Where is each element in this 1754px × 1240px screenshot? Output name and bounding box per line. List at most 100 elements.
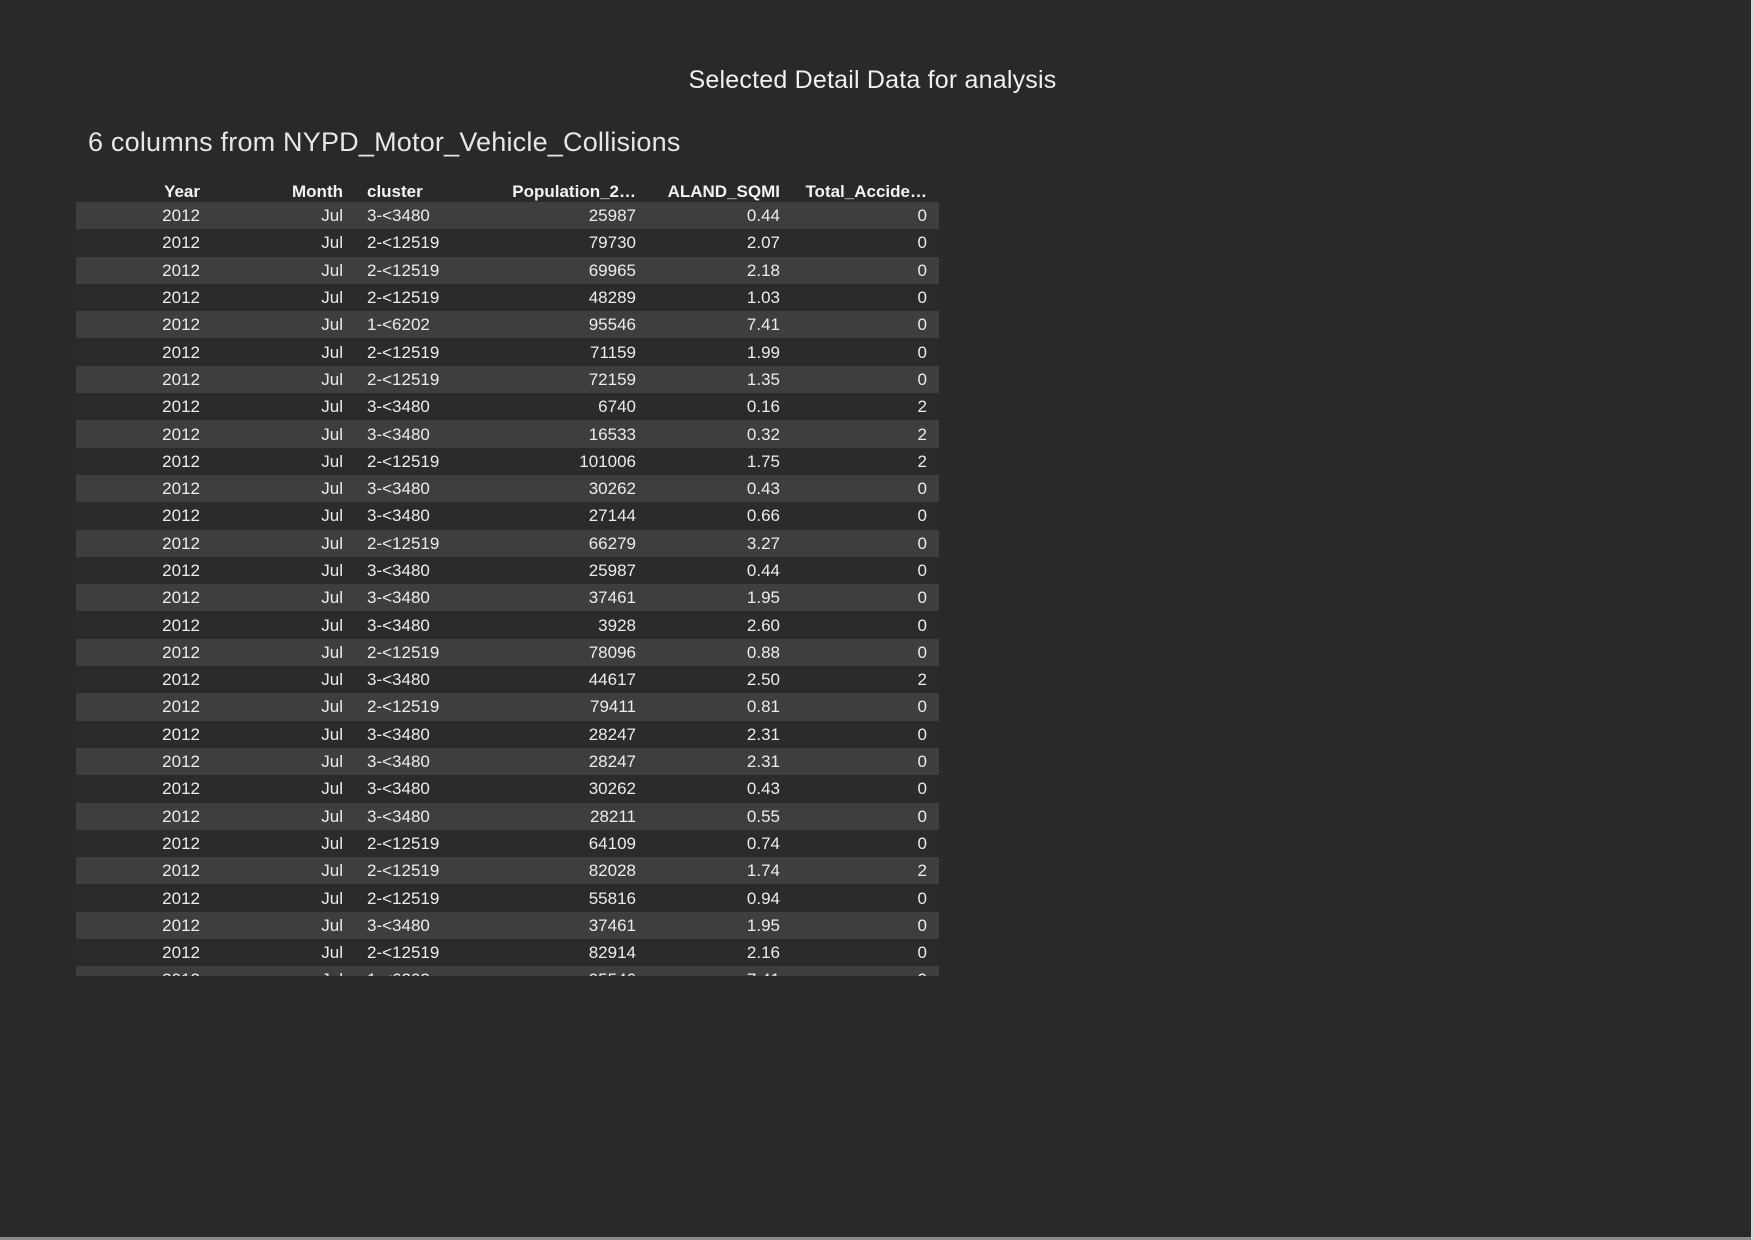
- cell-population: 44617: [453, 666, 648, 694]
- table-row[interactable]: 2012 Jul 2-<12519 69965 2.18 0: [76, 256, 939, 284]
- cell-population: 79411: [453, 693, 648, 721]
- cell-population: 30262: [453, 474, 648, 503]
- cell-total-accidents: 0: [792, 283, 939, 312]
- cell-total-accidents: 0: [792, 829, 939, 858]
- table-row[interactable]: 2012 Jul 3-<3480 3928 2.60 0: [76, 611, 939, 639]
- cell-cluster: 2-<12519: [355, 529, 453, 557]
- cell-year: 2012: [76, 720, 212, 748]
- cell-total-accidents: 0: [792, 474, 939, 503]
- table-row[interactable]: 2012 Jul 2-<12519 79411 0.81 0: [76, 693, 939, 721]
- cell-month: Jul: [212, 447, 355, 475]
- cell-total-accidents: 0: [792, 802, 939, 830]
- table-row[interactable]: 2012 Jul 3-<3480 37461 1.95 0: [76, 584, 939, 612]
- data-table-scroll-area[interactable]: Year Month cluster Population_2… ALAND_S…: [76, 178, 939, 976]
- cell-population: 82914: [453, 939, 648, 967]
- cell-total-accidents: 0: [792, 939, 939, 967]
- table-row[interactable]: 2012 Jul 3-<3480 44617 2.50 2: [76, 666, 939, 694]
- cell-aland-sqmi: 1.95: [648, 584, 792, 612]
- cell-cluster: 2-<12519: [355, 283, 453, 312]
- cell-population: 101006: [453, 447, 648, 475]
- column-header-total-accidents[interactable]: Total_Accide…: [792, 178, 939, 202]
- table-row[interactable]: 2012 Jul 3-<3480 28247 2.31 0: [76, 747, 939, 776]
- cell-total-accidents: 0: [792, 693, 939, 721]
- table-row[interactable]: 2012 Jul 3-<3480 25987 0.44 0: [76, 202, 939, 230]
- table-row[interactable]: 2012 Jul 3-<3480 37461 1.95 0: [76, 911, 939, 940]
- table-row[interactable]: 2012 Jul 3-<3480 30262 0.43 0: [76, 775, 939, 803]
- cell-cluster: 2-<12519: [355, 939, 453, 967]
- cell-cluster: 2-<12519: [355, 229, 453, 257]
- cell-year: 2012: [76, 638, 212, 667]
- table-row[interactable]: 2012 Jul 3-<3480 6740 0.16 2: [76, 393, 939, 421]
- cell-cluster: 1-<6202: [355, 966, 453, 976]
- cell-year: 2012: [76, 474, 212, 503]
- table-row[interactable]: 2012 Jul 3-<3480 25987 0.44 0: [76, 556, 939, 585]
- table-row[interactable]: 2012Jul1-<6202955467.410: [76, 966, 939, 976]
- cell-cluster: 3-<3480: [355, 666, 453, 694]
- cell-year: 2012: [76, 229, 212, 257]
- cell-year: 2012: [76, 202, 212, 230]
- cell-total-accidents: 2: [792, 420, 939, 448]
- cell-population: 6740: [453, 393, 648, 421]
- column-header-aland-sqmi[interactable]: ALAND_SQMI: [648, 178, 792, 202]
- column-header-year[interactable]: Year: [76, 178, 212, 202]
- table-body: 2012 Jul 3-<3480 25987 0.44 0 2012 Jul 2-<12519 7…: [76, 202, 939, 976]
- table-row[interactable]: 2012 Jul 2-<12519 66279 3.27 0: [76, 529, 939, 557]
- table-row[interactable]: 2012 Jul 3-<3480 16533 0.32 2: [76, 420, 939, 448]
- table-row[interactable]: 2012 Jul 2-<12519 64109 0.74 0: [76, 829, 939, 858]
- table-row[interactable]: 2012 Jul 2-<12519 82914 2.16 0: [76, 939, 939, 967]
- cell-month: Jul: [212, 884, 355, 912]
- table-row[interactable]: 2012 Jul 2-<12519 79730 2.07 0: [76, 229, 939, 257]
- table-row[interactable]: 2012Jul1-<6202955467.410: [76, 311, 939, 339]
- cell-aland-sqmi: 0.74: [648, 829, 792, 858]
- cell-total-accidents: 2: [792, 857, 939, 885]
- cell-aland-sqmi: 2.50: [648, 666, 792, 694]
- table-row[interactable]: 2012 Jul 2-<12519 71159 1.99 0: [76, 338, 939, 366]
- cell-aland-sqmi: 2.07: [648, 229, 792, 257]
- cell-total-accidents: 0: [792, 365, 939, 394]
- cell-aland-sqmi: 0.94: [648, 884, 792, 912]
- table-row[interactable]: 2012 Jul 2-<12519 55816 0.94 0: [76, 884, 939, 912]
- cell-aland-sqmi: 2.31: [648, 747, 792, 776]
- cell-year: 2012: [76, 802, 212, 830]
- cell-total-accidents: 0: [792, 747, 939, 776]
- cell-total-accidents: 0: [792, 556, 939, 585]
- table-row[interactable]: 2012 Jul 3-<3480 27144 0.66 0: [76, 502, 939, 530]
- table-row[interactable]: 2012 Jul 3-<3480 28247 2.31 0: [76, 720, 939, 748]
- cell-population: 71159: [453, 338, 648, 366]
- cell-cluster: 3-<3480: [355, 420, 453, 448]
- cell-year: 2012: [76, 966, 212, 976]
- table-row[interactable]: 2012 Jul 2-<12519 48289 1.03 0: [76, 283, 939, 312]
- cell-month: Jul: [212, 829, 355, 858]
- table-row[interactable]: 2012 Jul 2-<12519 72159 1.35 0: [76, 365, 939, 394]
- cell-aland-sqmi: 1.03: [648, 283, 792, 312]
- cell-total-accidents: 0: [792, 638, 939, 667]
- table-row[interactable]: 2012 Jul 3-<3480 28211 0.55 0: [76, 802, 939, 830]
- cell-cluster: 2-<12519: [355, 447, 453, 475]
- cell-month: Jul: [212, 911, 355, 940]
- cell-month: Jul: [212, 693, 355, 721]
- cell-year: 2012: [76, 666, 212, 694]
- table-row[interactable]: 2012 Jul 2-<12519 101006 1.75 2: [76, 447, 939, 475]
- cell-cluster: 3-<3480: [355, 802, 453, 830]
- column-header-cluster[interactable]: cluster: [355, 178, 453, 202]
- column-header-population[interactable]: Population_2…: [453, 178, 648, 202]
- cell-month: Jul: [212, 502, 355, 530]
- table-title: 6 columns from NYPD_Motor_Vehicle_Collis…: [88, 127, 681, 157]
- table-row[interactable]: 2012 Jul 2-<12519 82028 1.74 2: [76, 857, 939, 885]
- column-header-month[interactable]: Month: [212, 178, 355, 202]
- table-row[interactable]: 2012 Jul 3-<3480 30262 0.43 0: [76, 474, 939, 503]
- cell-aland-sqmi: 2.16: [648, 939, 792, 967]
- cell-cluster: 2-<12519: [355, 693, 453, 721]
- dashboard-page: Selected Detail Data for analysis 6 colu…: [0, 0, 1754, 1240]
- cell-cluster: 2-<12519: [355, 256, 453, 284]
- page-title: Selected Detail Data for analysis: [688, 66, 1057, 94]
- cell-population: 16533: [453, 420, 648, 448]
- cell-cluster: 3-<3480: [355, 775, 453, 803]
- cell-population: 69965: [453, 256, 648, 284]
- cell-total-accidents: 2: [792, 447, 939, 475]
- table-row[interactable]: 2012 Jul 2-<12519 78096 0.88 0: [76, 638, 939, 667]
- cell-population: 82028: [453, 857, 648, 885]
- cell-aland-sqmi: 0.32: [648, 420, 792, 448]
- cell-aland-sqmi: 7.41: [648, 311, 792, 339]
- cell-cluster: 2-<12519: [355, 829, 453, 858]
